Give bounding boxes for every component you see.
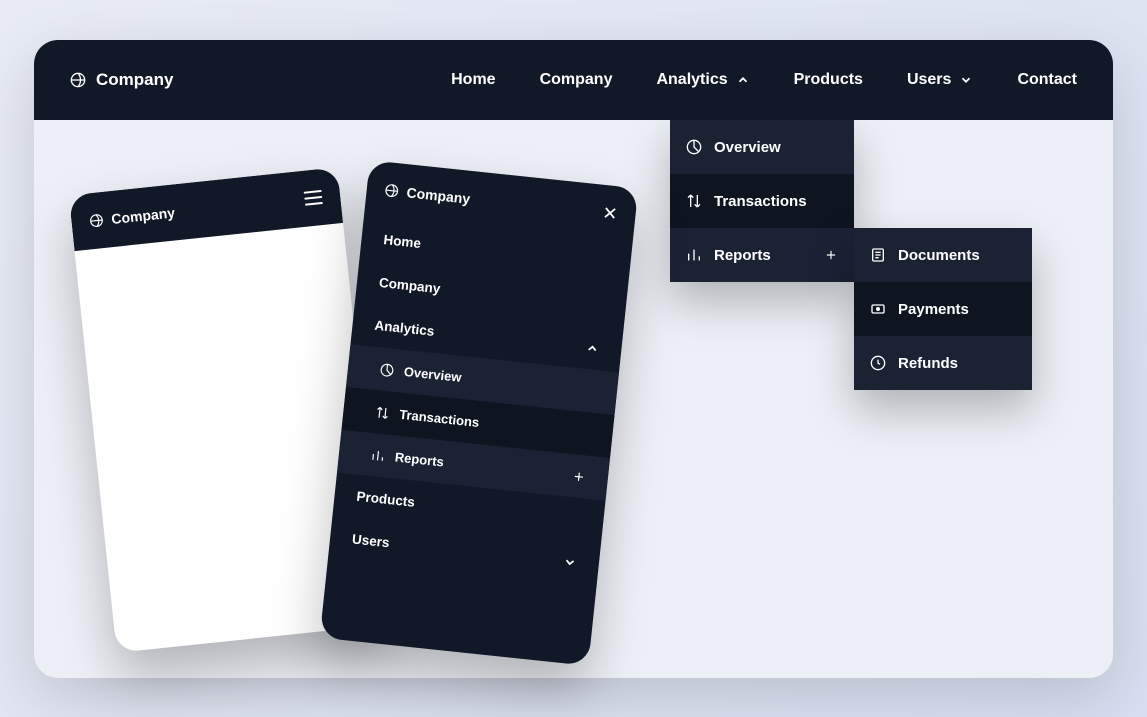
mobile-expanded-card: Company ✕ Home Company Analytics Overvie… bbox=[320, 160, 639, 666]
document-icon bbox=[870, 247, 886, 263]
nav-analytics[interactable]: Analytics bbox=[656, 71, 749, 89]
submenu-documents[interactable]: Documents bbox=[854, 228, 1032, 282]
chevron-up-icon bbox=[736, 73, 750, 87]
arrows-up-down-icon bbox=[686, 193, 702, 209]
payment-icon bbox=[870, 301, 886, 317]
navbar: Company Home Company Analytics Products … bbox=[34, 40, 1113, 120]
nav-users[interactable]: Users bbox=[907, 71, 973, 89]
app-window: Company Home Company Analytics Products … bbox=[34, 40, 1113, 678]
globe-icon bbox=[70, 72, 86, 88]
dropdown-overview[interactable]: Overview bbox=[670, 120, 854, 174]
reports-submenu: Documents Payments Refunds bbox=[854, 228, 1032, 390]
globe-icon bbox=[89, 213, 104, 228]
submenu-payments[interactable]: Payments bbox=[854, 282, 1032, 336]
arrows-up-down-icon bbox=[375, 405, 390, 420]
nav-products[interactable]: Products bbox=[794, 71, 863, 89]
mobile-brand-label: Company bbox=[111, 204, 176, 227]
pie-chart-icon bbox=[686, 139, 702, 155]
pie-chart-icon bbox=[379, 362, 394, 377]
dropdown-reports[interactable]: Reports bbox=[670, 228, 854, 282]
nav-contact[interactable]: Contact bbox=[1017, 71, 1077, 89]
nav-company[interactable]: Company bbox=[540, 71, 613, 89]
brand[interactable]: Company bbox=[70, 70, 173, 90]
submenu-refunds[interactable]: Refunds bbox=[854, 336, 1032, 390]
hamburger-icon[interactable] bbox=[304, 190, 323, 206]
mobile-collapsed-header: Company bbox=[69, 167, 343, 251]
chevron-up-icon bbox=[585, 340, 600, 355]
close-icon[interactable]: ✕ bbox=[602, 204, 619, 223]
brand-label: Company bbox=[96, 70, 173, 90]
nav-items: Home Company Analytics Products Users bbox=[451, 71, 1077, 89]
plus-icon bbox=[571, 469, 586, 484]
dropdown-transactions[interactable]: Transactions bbox=[670, 174, 854, 228]
mobile-brand-label: Company bbox=[406, 184, 471, 207]
bar-chart-icon bbox=[686, 247, 702, 263]
nav-home[interactable]: Home bbox=[451, 71, 495, 89]
analytics-dropdown: Overview Transactions Reports bbox=[670, 120, 854, 282]
bar-chart-icon bbox=[370, 447, 385, 462]
globe-icon bbox=[384, 183, 399, 198]
plus-icon bbox=[824, 248, 838, 262]
refund-icon bbox=[870, 355, 886, 371]
chevron-down-icon bbox=[959, 73, 973, 87]
chevron-down-icon bbox=[562, 554, 577, 569]
